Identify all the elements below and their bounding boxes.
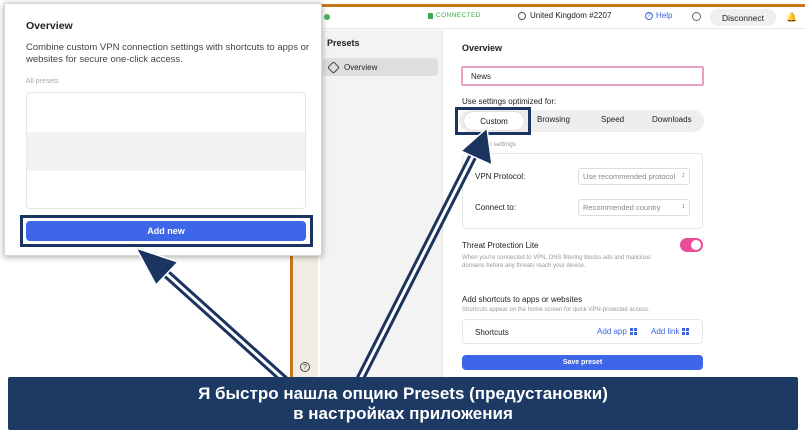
grid-icon <box>629 328 637 336</box>
threat-protection-toggle[interactable] <box>680 238 703 252</box>
highlight-frame <box>455 107 531 135</box>
question-icon[interactable]: ? <box>300 362 310 372</box>
chevron-updown-icon: ↕ <box>681 172 686 179</box>
optimized-label: Use settings optimized for: <box>462 97 557 106</box>
window-dot <box>324 14 330 20</box>
save-preset-button[interactable]: Save preset <box>462 355 703 370</box>
connection-settings-box <box>462 153 703 229</box>
help-link[interactable]: ? Help <box>645 11 672 20</box>
page-title: Overview <box>462 43 503 53</box>
screenshot-stage: CONNECTED United Kingdom #2207 ? Help Di… <box>0 0 806 435</box>
help-label: Help <box>656 11 673 20</box>
mode-downloads[interactable]: Downloads <box>652 115 692 124</box>
caption-banner: Я быстро нашла опцию Presets (предустано… <box>8 377 798 430</box>
threat-protection-desc: When you're connected to VPN, DNS filter… <box>462 255 651 269</box>
threat-protection-title: Threat Protection Lite <box>462 241 539 250</box>
server-name: United Kingdom #2207 <box>530 11 612 20</box>
globe-icon <box>518 11 526 20</box>
add-new-button[interactable]: Add new <box>26 221 306 241</box>
chevron-updown-icon: ↕ <box>681 203 686 210</box>
bell-icon[interactable]: 🔔 <box>786 12 797 23</box>
disconnect-button[interactable]: Disconnect <box>710 9 776 26</box>
overlay-title: Overview <box>26 20 73 32</box>
preset-name-input[interactable]: News <box>461 66 704 86</box>
add-link-button[interactable]: Add link <box>651 327 690 336</box>
grid-icon <box>682 328 690 336</box>
connection-status: CONNECTED <box>428 12 481 19</box>
add-link-label: Add link <box>651 327 680 336</box>
mode-browsing[interactable]: Browsing <box>537 115 570 124</box>
list-item[interactable] <box>27 132 305 171</box>
preset-list <box>26 92 306 209</box>
vpn-protocol-value: Use recommended protocol <box>583 172 676 181</box>
help-icon: ? <box>645 11 653 20</box>
all-presets-label: All presets <box>26 78 59 85</box>
sidebar-item-overview[interactable]: Overview <box>323 58 438 76</box>
connect-to-value: Recommended country <box>583 203 661 212</box>
shortcuts-title: Add shortcuts to apps or websites <box>462 295 583 304</box>
sidebar-item-label: Overview <box>344 62 378 72</box>
caption-line-1: Я быстро нашла опцию Presets (предустано… <box>198 384 608 403</box>
connect-to-select[interactable]: Recommended country ↕ <box>578 199 690 216</box>
overlay-description: Combine custom VPN connection settings w… <box>26 42 310 65</box>
list-item[interactable] <box>27 171 305 208</box>
add-app-label: Add app <box>597 327 627 336</box>
settings-toggle-icon[interactable] <box>692 12 701 21</box>
connection-settings-label: ction settings <box>478 141 516 148</box>
sidebar-title: Presets <box>327 38 360 48</box>
connection-status-label: CONNECTED <box>436 12 481 19</box>
layers-icon <box>327 60 340 74</box>
server-selector[interactable]: United Kingdom #2207 <box>518 11 611 20</box>
connect-to-label: Connect to: <box>475 203 516 212</box>
shortcuts-label: Shortcuts <box>475 328 509 337</box>
vpn-protocol-label: VPN Protocol: <box>475 172 526 181</box>
caption-line-2: в настройках приложения <box>293 404 513 423</box>
vpn-protocol-select[interactable]: Use recommended protocol ↕ <box>578 168 690 185</box>
lock-icon <box>428 12 433 19</box>
sidebar <box>320 30 443 430</box>
arrow-to-add-new <box>134 246 295 390</box>
mode-speed[interactable]: Speed <box>601 115 624 124</box>
list-item[interactable] <box>27 93 305 132</box>
shortcuts-desc: Shortcuts appear on the home screen for … <box>462 307 650 313</box>
add-app-button[interactable]: Add app <box>597 327 637 336</box>
